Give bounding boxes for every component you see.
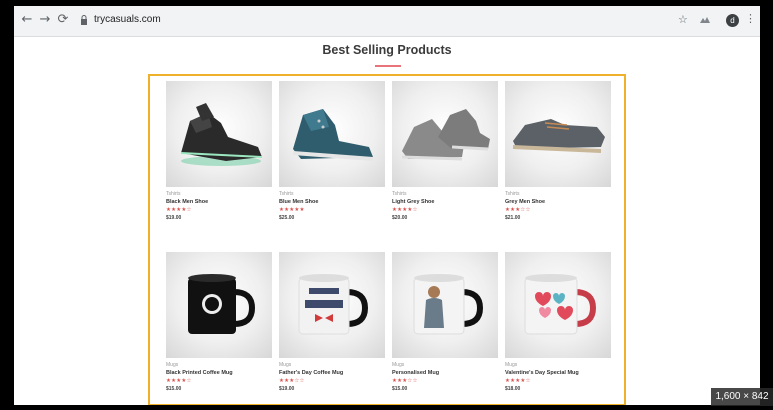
product-name[interactable]: Black Printed Coffee Mug — [166, 370, 233, 376]
star-rating: ★★★★★ — [279, 207, 305, 213]
product-category: Tshirts — [392, 191, 407, 197]
product-category: Tshirts — [166, 191, 181, 197]
light-grey-shoe-image — [401, 109, 490, 161]
browser-window: ← → ⟳ trycasuals.com ☆ d ⋮ Best Selling … — [14, 6, 760, 405]
star-rating: ★★★★☆ — [166, 378, 192, 384]
bookmark-star-icon[interactable]: ☆ — [678, 13, 688, 27]
product-name[interactable]: Father's Day Coffee Mug — [279, 370, 343, 376]
extension-icon[interactable] — [699, 15, 711, 25]
product-name[interactable]: Personalised Mug — [392, 370, 439, 376]
product-category: Tshirts — [505, 191, 520, 197]
product-category: Tshirts — [279, 191, 294, 197]
star-rating: ★★★☆☆ — [505, 207, 531, 213]
product-image[interactable] — [279, 81, 385, 187]
lock-icon — [81, 15, 87, 25]
star-rating: ★★★☆☆ — [279, 378, 305, 384]
product-price: $25.00 — [279, 215, 295, 221]
image-size-badge: 1,600 × 842 — [711, 388, 773, 406]
title-underline — [375, 65, 401, 67]
product-image[interactable] — [392, 81, 498, 187]
product-category: Mugs — [279, 362, 292, 368]
product-price: $19.00 — [279, 386, 295, 392]
reload-icon[interactable]: ⟳ — [56, 13, 70, 27]
product-price: $15.00 — [392, 386, 408, 392]
product-image[interactable] — [166, 252, 272, 358]
product-category: Mugs — [505, 362, 518, 368]
product-name[interactable]: Black Men Shoe — [166, 199, 208, 205]
product-name[interactable]: Valentine's Day Special Mug — [505, 370, 579, 376]
black-mug-image — [188, 274, 256, 334]
fathers-day-mug-image — [298, 274, 369, 335]
personalised-mug-image — [413, 274, 484, 335]
product-price: $20.00 — [392, 215, 408, 221]
grey-shoe-image — [512, 119, 605, 153]
blue-shoe-image — [292, 109, 374, 161]
product-image[interactable] — [505, 252, 611, 358]
product-name[interactable]: Blue Men Shoe — [279, 199, 318, 205]
product-category: Mugs — [166, 362, 179, 368]
star-rating: ★★★★☆ — [392, 207, 418, 213]
product-category: Mugs — [392, 362, 405, 368]
black-shoe-image — [180, 103, 263, 166]
product-image[interactable] — [505, 81, 611, 187]
url-text: trycasuals.com — [94, 14, 161, 25]
browser-toolbar: ← → ⟳ trycasuals.com ☆ d ⋮ — [14, 6, 760, 37]
forward-icon[interactable]: → — [38, 13, 52, 27]
product-image[interactable] — [279, 252, 385, 358]
product-price: $21.00 — [505, 215, 521, 221]
valentine-mug-image — [524, 274, 597, 335]
star-rating: ★★★★☆ — [505, 378, 531, 384]
star-rating: ★★★★☆ — [166, 207, 192, 213]
product-image[interactable] — [166, 81, 272, 187]
address-bar[interactable]: trycasuals.com — [74, 10, 714, 32]
product-name[interactable]: Grey Men Shoe — [505, 199, 545, 205]
star-rating: ★★★☆☆ — [392, 378, 418, 384]
product-name[interactable]: Light Grey Shoe — [392, 199, 434, 205]
back-icon[interactable]: ← — [20, 13, 34, 27]
avatar[interactable]: d — [726, 14, 739, 27]
product-image[interactable] — [392, 252, 498, 358]
product-price: $18.00 — [505, 386, 521, 392]
page-title: Best Selling Products — [322, 43, 452, 57]
menu-icon[interactable]: ⋮ — [745, 12, 756, 25]
product-grid: Tshirts Black Men Shoe ★★★★☆ $19.00 Tshi… — [148, 74, 626, 405]
product-price: $19.00 — [166, 215, 182, 221]
product-price: $15.00 — [166, 386, 182, 392]
